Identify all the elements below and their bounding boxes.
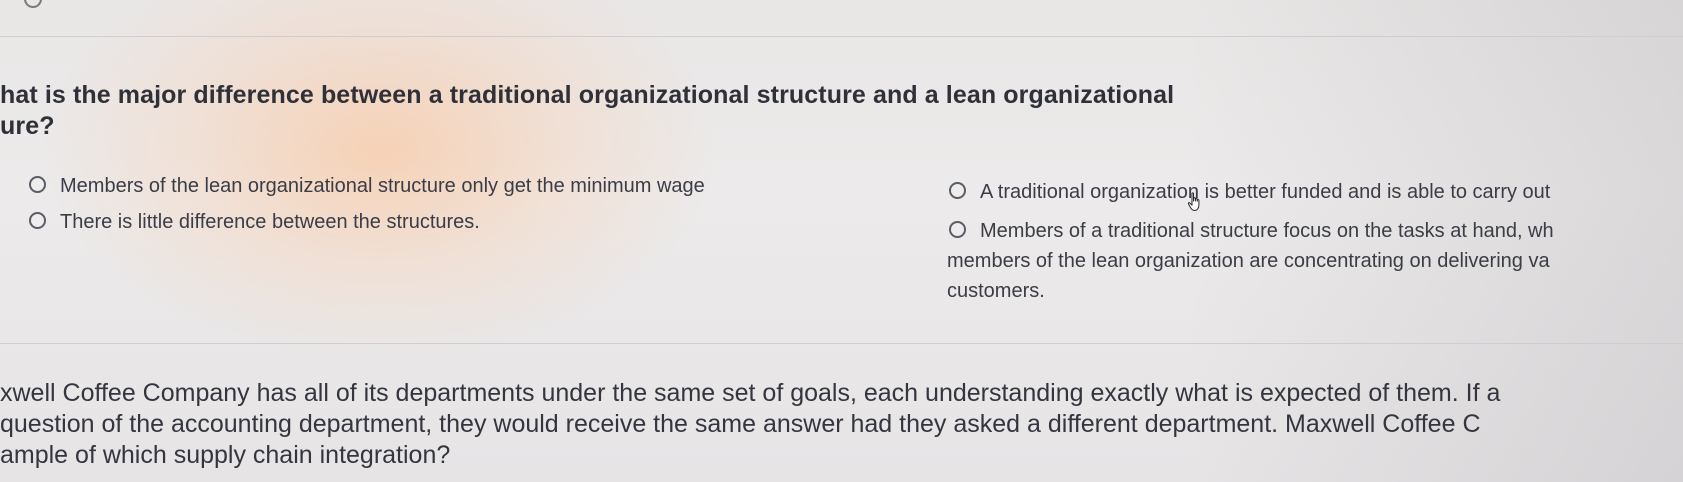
radio-button-icon[interactable] [29,176,46,193]
answer-option-c-label: A traditional organization is better fun… [980,181,1551,203]
radio-button-icon[interactable] [29,212,46,229]
answer-option-d-label-line-1: Members of a traditional structure focus… [980,220,1554,242]
answer-option-d-label-line-2: members of the lean organization are con… [947,250,1550,272]
answer-option-a[interactable]: Members of the lean organizational struc… [29,171,705,201]
question-2-line-1: xwell Coffee Company has all of its depa… [0,379,1501,407]
answer-option-d-label-line-3: customers. [947,280,1045,302]
radio-button-icon[interactable] [949,221,966,238]
answer-option-c[interactable]: A traditional organization is better fun… [949,177,1550,207]
top-divider [0,36,1683,37]
answer-option-a-label: Members of the lean organizational struc… [60,175,705,197]
hand-pointer-icon [1187,192,1200,211]
radio-button-icon[interactable] [949,182,966,199]
question-1-title-line-1: hat is the major difference between a tr… [0,81,1175,109]
question-1-title-line-2: ure? [0,112,55,140]
section-divider [0,343,1683,344]
circle-icon [24,0,42,8]
answer-option-b-label: There is little difference between the s… [60,211,480,233]
question-2-line-2: question of the accounting department, t… [0,410,1481,438]
question-1-title: hat is the major difference between a tr… [0,80,1250,142]
answer-option-d-continuation: members of the lean organization are con… [947,246,1683,306]
answer-option-b[interactable]: There is little difference between the s… [29,207,480,237]
question-2-line-3: ample of which supply chain integration? [0,441,451,469]
question-2-text: xwell Coffee Company has all of its depa… [0,378,1683,471]
answer-option-d[interactable]: Members of a traditional structure focus… [947,216,1683,302]
